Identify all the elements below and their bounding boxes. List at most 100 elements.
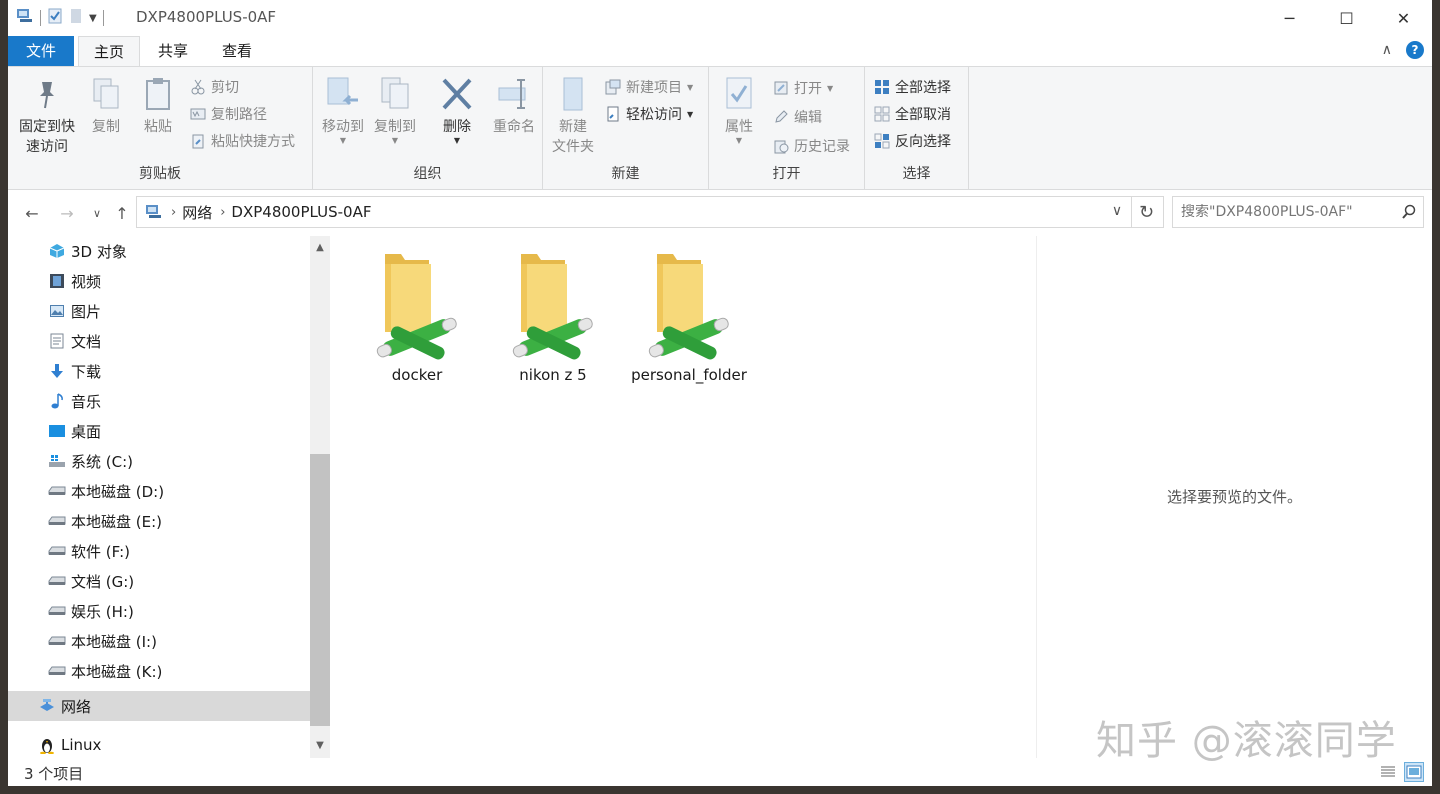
copy-button[interactable]: 复制 xyxy=(86,75,126,137)
qat-divider xyxy=(40,10,41,26)
large-icons-view-icon[interactable] xyxy=(1404,762,1424,782)
shared-folder-personal[interactable]: personal_folder xyxy=(629,250,749,384)
properties-icon xyxy=(722,75,756,113)
nav-item-drive-k[interactable]: 本地磁盘 (K:) xyxy=(8,657,310,685)
delete-button[interactable]: 删除 ▼ xyxy=(439,75,475,145)
invert-selection-button[interactable]: 反向选择 xyxy=(874,129,951,153)
properties-button[interactable]: 属性 ▼ xyxy=(715,75,763,145)
nav-item-drive-h[interactable]: 娱乐 (H:) xyxy=(8,597,310,625)
shared-folder-nikon-z5[interactable]: nikon z 5 xyxy=(493,250,613,384)
copy-to-icon xyxy=(378,75,412,113)
recent-locations-button[interactable]: ∨ xyxy=(86,202,108,224)
tab-share[interactable]: 共享 xyxy=(146,36,200,66)
breadcrumb-network[interactable]: 网络 xyxy=(182,202,212,223)
nav-item-linux[interactable]: Linux xyxy=(8,731,310,758)
scroll-thumb[interactable] xyxy=(310,454,330,726)
nav-item-label: 本地磁盘 (D:) xyxy=(71,482,165,501)
nav-item-network[interactable]: 网络 xyxy=(8,691,310,721)
nav-item-music[interactable]: 音乐 xyxy=(8,387,310,415)
rename-button[interactable]: 重命名 xyxy=(489,75,539,137)
address-bar[interactable]: › 网络 › DXP4800PLUS-0AF ∨ xyxy=(136,196,1132,228)
move-to-label: 移动到 xyxy=(322,119,364,135)
minimize-button[interactable]: ─ xyxy=(1261,0,1318,36)
select-all-button[interactable]: 全部选择 xyxy=(874,75,951,99)
open-icon xyxy=(773,80,789,96)
nav-item-drive-i[interactable]: 本地磁盘 (I:) xyxy=(8,627,310,655)
nav-item-videos[interactable]: 视频 xyxy=(8,267,310,295)
desktop-icon xyxy=(48,422,66,440)
nav-item-label: 娱乐 (H:) xyxy=(71,602,134,621)
new-item-dropdown-icon: ▼ xyxy=(687,82,694,92)
clipboard-group: 固定到快 速访问 复制 粘贴 剪切 复制路径 粘贴快捷方式 剪贴板 xyxy=(8,67,313,189)
help-icon[interactable]: ? xyxy=(1406,41,1424,59)
select-none-button[interactable]: 全部取消 xyxy=(874,102,951,126)
nav-item-drive-g[interactable]: 文档 (G:) xyxy=(8,567,310,595)
paste-shortcut-icon xyxy=(190,133,206,149)
nav-item-label: 本地磁盘 (E:) xyxy=(71,512,163,531)
nav-item-drive-d[interactable]: 本地磁盘 (D:) xyxy=(8,477,310,505)
open-button[interactable]: 打开 ▼ xyxy=(773,76,833,100)
copy-label: 复制 xyxy=(92,119,120,135)
downloads-icon xyxy=(48,362,66,380)
ribbon: 固定到快 速访问 复制 粘贴 剪切 复制路径 粘贴快捷方式 剪贴板 移动到 ▼ … xyxy=(8,66,1432,190)
nav-item-drive-f[interactable]: 软件 (F:) xyxy=(8,537,310,565)
open-group: 属性 ▼ 打开 ▼ 编辑 历史记录 打开 xyxy=(709,67,865,189)
nav-item-downloads[interactable]: 下载 xyxy=(8,357,310,385)
close-button[interactable]: ✕ xyxy=(1375,0,1432,36)
cut-button[interactable]: 剪切 xyxy=(190,75,239,99)
select-all-label: 全部选择 xyxy=(895,80,951,96)
properties-check-icon[interactable] xyxy=(47,8,63,28)
window-title: DXP4800PLUS-0AF xyxy=(136,8,277,26)
network-computer-icon[interactable] xyxy=(16,8,34,28)
back-button[interactable]: ← xyxy=(21,202,43,224)
shared-folder-docker[interactable]: docker xyxy=(357,250,477,384)
copy-to-dropdown-icon: ▼ xyxy=(391,136,399,145)
nav-item-drive-e[interactable]: 本地磁盘 (E:) xyxy=(8,507,310,535)
search-icon[interactable] xyxy=(1401,204,1417,224)
drive-icon xyxy=(48,632,66,650)
tab-home[interactable]: 主页 xyxy=(78,36,140,67)
title-bar: ▼ DXP4800PLUS-0AF ─ ☐ ✕ xyxy=(8,0,1432,36)
nav-item-3d-objects[interactable]: 3D 对象 xyxy=(8,237,310,265)
new-folder-icon[interactable] xyxy=(69,8,83,28)
paste-shortcut-button[interactable]: 粘贴快捷方式 xyxy=(190,129,295,153)
pin-label-line1: 固定到快 xyxy=(19,119,75,135)
search-box[interactable] xyxy=(1172,196,1424,228)
collapse-ribbon-icon[interactable]: ∧ xyxy=(1382,42,1392,58)
pin-quick-access-button[interactable]: 固定到快 速访问 xyxy=(16,75,78,157)
history-button[interactable]: 历史记录 xyxy=(773,134,850,158)
forward-button[interactable]: → xyxy=(56,202,78,224)
new-group-label: 新建 xyxy=(611,166,640,182)
tab-view[interactable]: 查看 xyxy=(208,36,266,66)
tab-file[interactable]: 文件 xyxy=(8,36,74,66)
address-dropdown-icon[interactable]: ∨ xyxy=(1107,203,1127,223)
nav-item-drive-c[interactable]: 系统 (C:) xyxy=(8,447,310,475)
nav-item-pictures[interactable]: 图片 xyxy=(8,297,310,325)
folder-name: personal_folder xyxy=(631,366,747,384)
nav-pane-scrollbar[interactable]: ▲ ▼ xyxy=(310,236,330,758)
new-item-button[interactable]: 新建项目 ▼ xyxy=(605,75,693,99)
preview-empty-text: 选择要预览的文件。 xyxy=(1166,488,1302,506)
maximize-button[interactable]: ☐ xyxy=(1318,0,1375,36)
scroll-up-icon[interactable]: ▲ xyxy=(310,238,330,258)
open-dropdown-icon: ▼ xyxy=(827,83,834,93)
breadcrumb-nas[interactable]: DXP4800PLUS-0AF xyxy=(231,203,371,221)
scroll-down-icon[interactable]: ▼ xyxy=(310,736,330,756)
search-input[interactable] xyxy=(1181,204,1397,220)
network-location-icon xyxy=(145,204,163,220)
refresh-icon: ↻ xyxy=(1138,201,1155,223)
qat-dropdown-icon[interactable]: ▼ xyxy=(89,13,97,24)
copy-path-button[interactable]: 复制路径 xyxy=(190,102,267,126)
organize-group: 移动到 ▼ 复制到 ▼ 删除 ▼ 重命名 组织 xyxy=(313,67,543,189)
paste-button[interactable]: 粘贴 xyxy=(138,75,178,137)
nav-item-desktop[interactable]: 桌面 xyxy=(8,417,310,445)
easy-access-button[interactable]: 轻松访问 ▼ xyxy=(605,102,693,126)
new-folder-button[interactable]: 新建 文件夹 xyxy=(547,75,599,157)
edit-button[interactable]: 编辑 xyxy=(773,105,822,129)
nav-item-documents[interactable]: 文档 xyxy=(8,327,310,355)
refresh-button[interactable]: ↻ xyxy=(1130,196,1164,228)
up-button[interactable]: ↑ xyxy=(111,202,133,224)
copy-to-button[interactable]: 复制到 ▼ xyxy=(371,75,419,145)
easy-access-label: 轻松访问 xyxy=(626,107,682,123)
move-to-button[interactable]: 移动到 ▼ xyxy=(319,75,367,145)
